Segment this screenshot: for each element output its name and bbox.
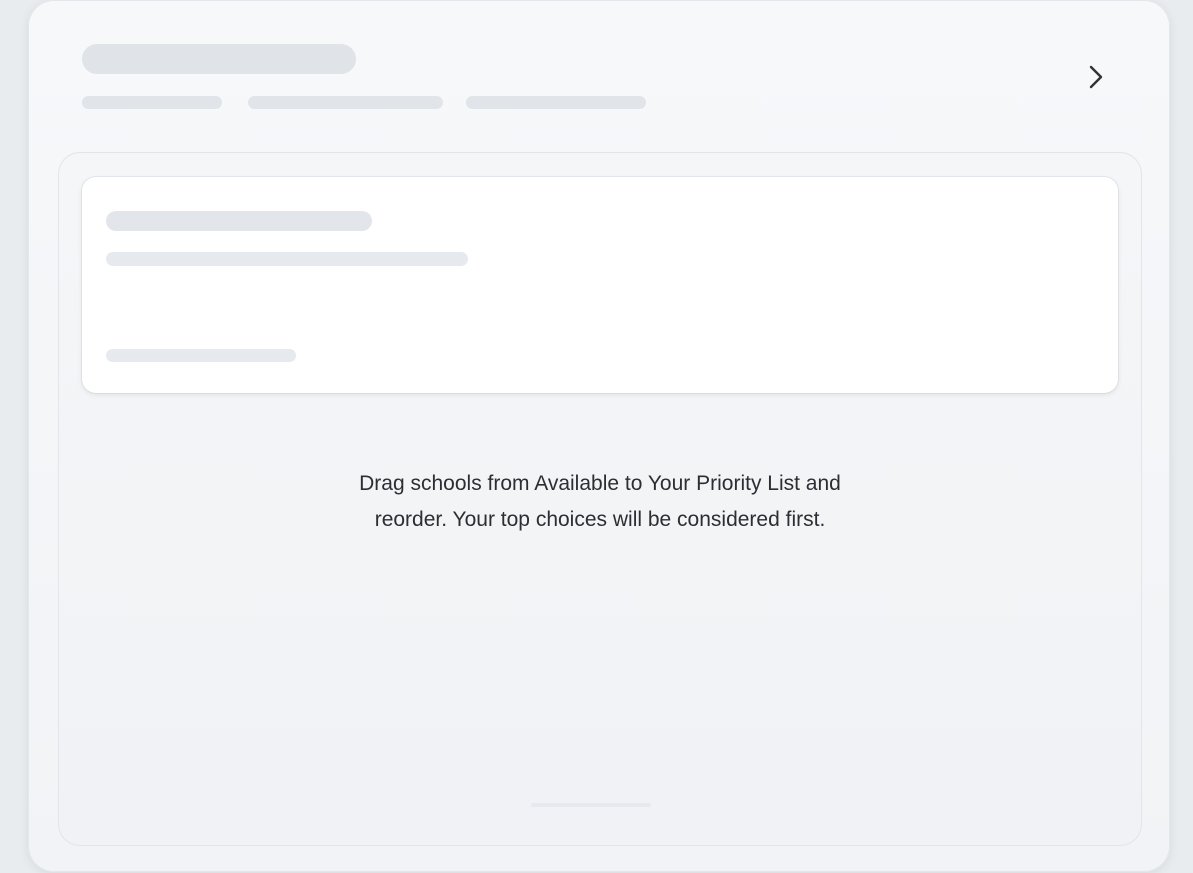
header-subtitle-skeleton-1 — [82, 96, 222, 109]
chevron-right-icon — [1089, 65, 1103, 89]
school-meta-skeleton — [106, 349, 296, 362]
school-detail-skeleton — [106, 252, 468, 266]
header-title-skeleton — [82, 44, 356, 74]
instructions-line-2: reorder. Your top choices will be consid… — [374, 508, 826, 531]
header-subtitle-skeleton-3 — [466, 96, 646, 109]
placeholder-school-card — [82, 177, 1118, 393]
priority-list-dropzone[interactable]: Drag schools from Available to Your Prio… — [58, 152, 1142, 846]
priority-list-instructions: Drag schools from Available to Your Prio… — [58, 466, 1142, 538]
instructions-line-1: Drag schools from Available to Your Prio… — [359, 472, 841, 495]
school-name-skeleton — [106, 211, 372, 231]
next-button[interactable] — [1082, 58, 1110, 96]
header-subtitle-skeleton-2 — [248, 96, 443, 109]
school-priority-card: Drag schools from Available to Your Prio… — [28, 0, 1170, 872]
drag-handle[interactable] — [531, 803, 651, 807]
